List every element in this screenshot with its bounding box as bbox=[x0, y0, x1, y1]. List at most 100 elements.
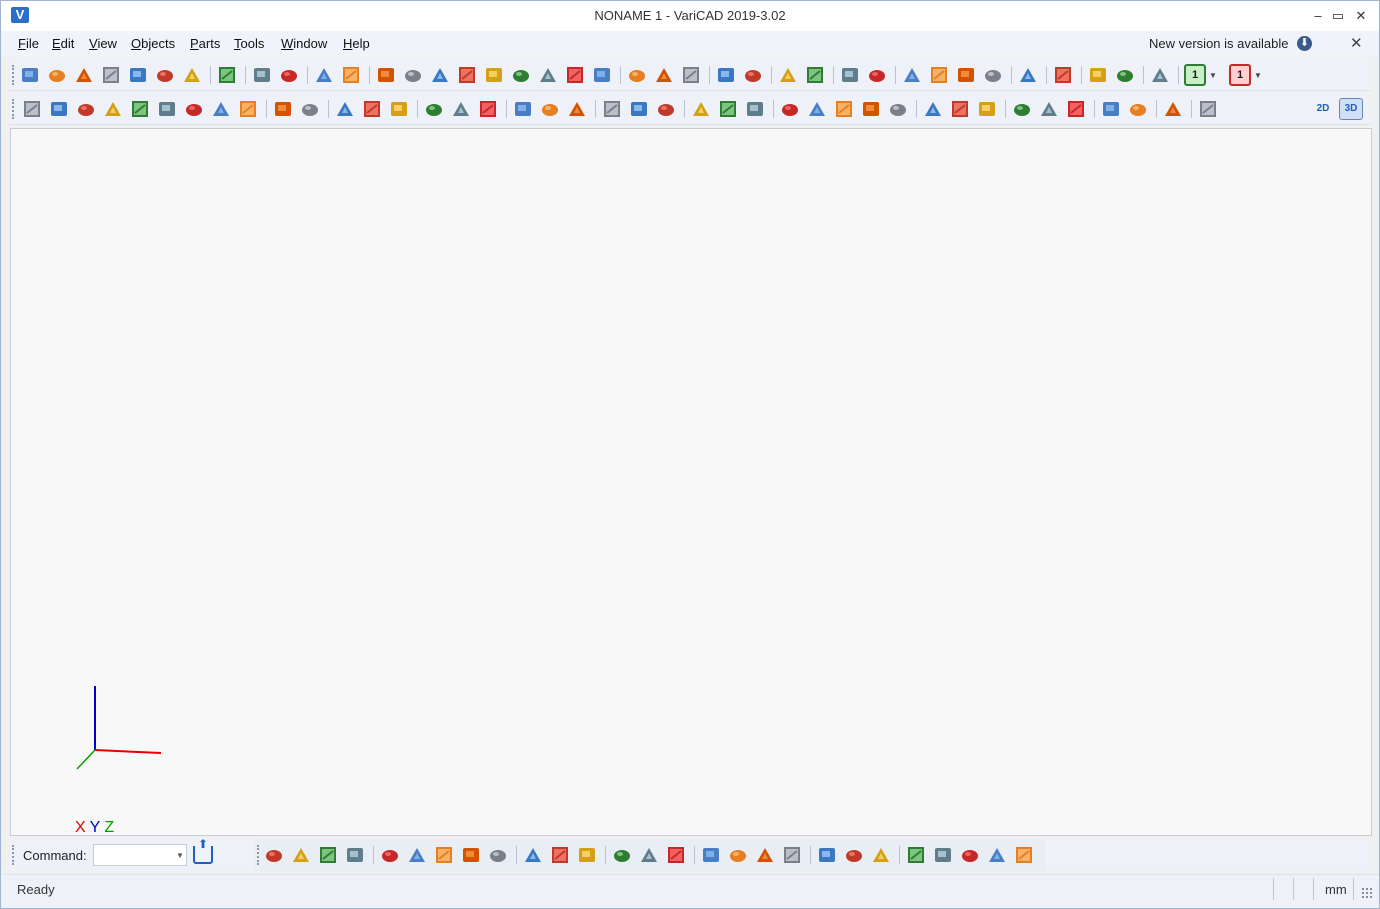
print-icon[interactable] bbox=[216, 64, 238, 86]
open-file-icon[interactable] bbox=[46, 64, 68, 86]
import-file-icon[interactable] bbox=[100, 64, 122, 86]
stack-blue-icon[interactable] bbox=[576, 844, 598, 866]
menu-help[interactable]: Help bbox=[343, 36, 370, 51]
crash-test-icon[interactable] bbox=[1197, 98, 1219, 120]
move-object-icon[interactable] bbox=[102, 98, 124, 120]
bool-sub-icon[interactable] bbox=[601, 98, 623, 120]
align-left-icon[interactable] bbox=[690, 98, 712, 120]
menu-tools[interactable]: Tools bbox=[234, 36, 264, 51]
thread-tool-icon[interactable] bbox=[450, 98, 472, 120]
command-input[interactable] bbox=[93, 844, 187, 866]
edge-pick-icon[interactable] bbox=[949, 98, 971, 120]
color-palette-icon[interactable] bbox=[334, 98, 356, 120]
fillet-red-icon[interactable] bbox=[512, 98, 534, 120]
delete-object-icon[interactable] bbox=[48, 98, 70, 120]
toolbar-grip[interactable] bbox=[12, 845, 15, 865]
tree-red-icon[interactable] bbox=[522, 844, 544, 866]
spring-part-icon[interactable] bbox=[680, 64, 702, 86]
text-a-icon[interactable] bbox=[344, 844, 366, 866]
view-set-icon[interactable] bbox=[804, 64, 826, 86]
drawing-area[interactable]: XYZ bbox=[10, 128, 1372, 836]
scale-solid-icon[interactable] bbox=[860, 98, 882, 120]
frame-xyz-icon[interactable] bbox=[1038, 98, 1060, 120]
structure-part-icon[interactable] bbox=[742, 64, 764, 86]
solid-query-icon[interactable] bbox=[779, 98, 801, 120]
eraser-icon[interactable] bbox=[1017, 64, 1039, 86]
save-as-icon[interactable] bbox=[181, 64, 203, 86]
undo-icon[interactable] bbox=[313, 64, 335, 86]
cube-render-icon[interactable] bbox=[1149, 64, 1171, 86]
table-up-icon[interactable] bbox=[843, 844, 865, 866]
bolt-part-icon[interactable] bbox=[626, 64, 648, 86]
arrow-xyz-icon[interactable] bbox=[1065, 98, 1087, 120]
insert-up-icon[interactable] bbox=[727, 844, 749, 866]
new-version-link[interactable]: New version is available bbox=[1149, 36, 1288, 51]
zoom-in-icon[interactable] bbox=[1087, 64, 1109, 86]
redo-icon[interactable] bbox=[340, 64, 362, 86]
align-cross-icon[interactable] bbox=[717, 98, 739, 120]
resize-grip-icon[interactable] bbox=[1361, 887, 1373, 899]
insert-move-icon[interactable] bbox=[781, 844, 803, 866]
water-drop-icon[interactable] bbox=[487, 844, 509, 866]
close-button[interactable]: ✕ bbox=[1350, 7, 1372, 25]
maximize-button[interactable]: ▭ bbox=[1327, 7, 1349, 25]
error-x-icon[interactable] bbox=[959, 844, 981, 866]
download-icon[interactable]: ⬇ bbox=[1297, 36, 1312, 51]
view-2d-button[interactable]: 2D bbox=[1311, 98, 1335, 120]
screen-1-button[interactable]: 1 bbox=[1184, 64, 1206, 86]
multi-anchor-icon[interactable] bbox=[210, 98, 232, 120]
shade-mode-icon[interactable] bbox=[361, 98, 383, 120]
insert-delete-icon[interactable] bbox=[754, 844, 776, 866]
insert-point-icon[interactable] bbox=[21, 98, 43, 120]
axis-xyz-icon[interactable] bbox=[1011, 98, 1033, 120]
chevron-down-icon[interactable]: ▼ bbox=[1254, 71, 1262, 80]
angle-measure-icon[interactable] bbox=[922, 98, 944, 120]
measure-icon[interactable] bbox=[1052, 64, 1074, 86]
menu-window[interactable]: Window bbox=[281, 36, 327, 51]
export-icon[interactable] bbox=[193, 837, 213, 864]
hide-3d-icon[interactable] bbox=[1127, 98, 1149, 120]
menu-objects[interactable]: Objects bbox=[131, 36, 175, 51]
screen-1-red-button[interactable]: 1 bbox=[1229, 64, 1251, 86]
bool-cut-icon[interactable] bbox=[628, 98, 650, 120]
insert-yellow-icon[interactable] bbox=[700, 844, 722, 866]
new-file-icon[interactable] bbox=[19, 64, 41, 86]
weld-tool-icon[interactable] bbox=[477, 98, 499, 120]
layers-list-icon[interactable] bbox=[379, 844, 401, 866]
group-arrows-icon[interactable] bbox=[406, 844, 428, 866]
extrude-profile-icon[interactable] bbox=[715, 64, 737, 86]
anchor-object-icon[interactable] bbox=[183, 98, 205, 120]
tube-solid-icon[interactable] bbox=[483, 64, 505, 86]
torus-solid-icon[interactable] bbox=[564, 64, 586, 86]
toolbar-grip[interactable] bbox=[12, 65, 15, 85]
rotate-disk-icon[interactable] bbox=[665, 844, 687, 866]
error-orange-icon[interactable] bbox=[986, 844, 1008, 866]
menu-file[interactable]: File bbox=[18, 36, 39, 51]
check-pass-icon[interactable] bbox=[905, 844, 927, 866]
zoom-all-icon[interactable] bbox=[1114, 64, 1136, 86]
pipe-bend-icon[interactable] bbox=[317, 844, 339, 866]
check-fail-icon[interactable] bbox=[932, 844, 954, 866]
box-solid-icon[interactable] bbox=[375, 64, 397, 86]
text-object-icon[interactable] bbox=[156, 98, 178, 120]
sweep-tube-icon[interactable] bbox=[290, 844, 312, 866]
gray-solid-icon[interactable] bbox=[388, 98, 410, 120]
save-file-icon[interactable] bbox=[127, 64, 149, 86]
query-s2-icon[interactable] bbox=[955, 64, 977, 86]
menu-close-icon[interactable]: ✕ bbox=[1350, 34, 1363, 52]
move-solid-icon[interactable] bbox=[839, 64, 861, 86]
elbow-solid-icon[interactable] bbox=[537, 64, 559, 86]
copy-items-icon[interactable] bbox=[460, 844, 482, 866]
box-wire-icon[interactable] bbox=[272, 98, 294, 120]
chevron-down-icon[interactable]: ▼ bbox=[1209, 71, 1217, 80]
table-add-icon[interactable] bbox=[816, 844, 838, 866]
table-delete-icon[interactable] bbox=[870, 844, 892, 866]
edit-object-icon[interactable] bbox=[75, 98, 97, 120]
query-s-icon[interactable] bbox=[928, 64, 950, 86]
solid-box-icon[interactable] bbox=[263, 844, 285, 866]
query-v-icon[interactable] bbox=[901, 64, 923, 86]
open-folder-icon[interactable] bbox=[611, 844, 633, 866]
paste-icon[interactable] bbox=[278, 64, 300, 86]
open-recent-icon[interactable] bbox=[73, 64, 95, 86]
error-red-icon[interactable] bbox=[1013, 844, 1035, 866]
